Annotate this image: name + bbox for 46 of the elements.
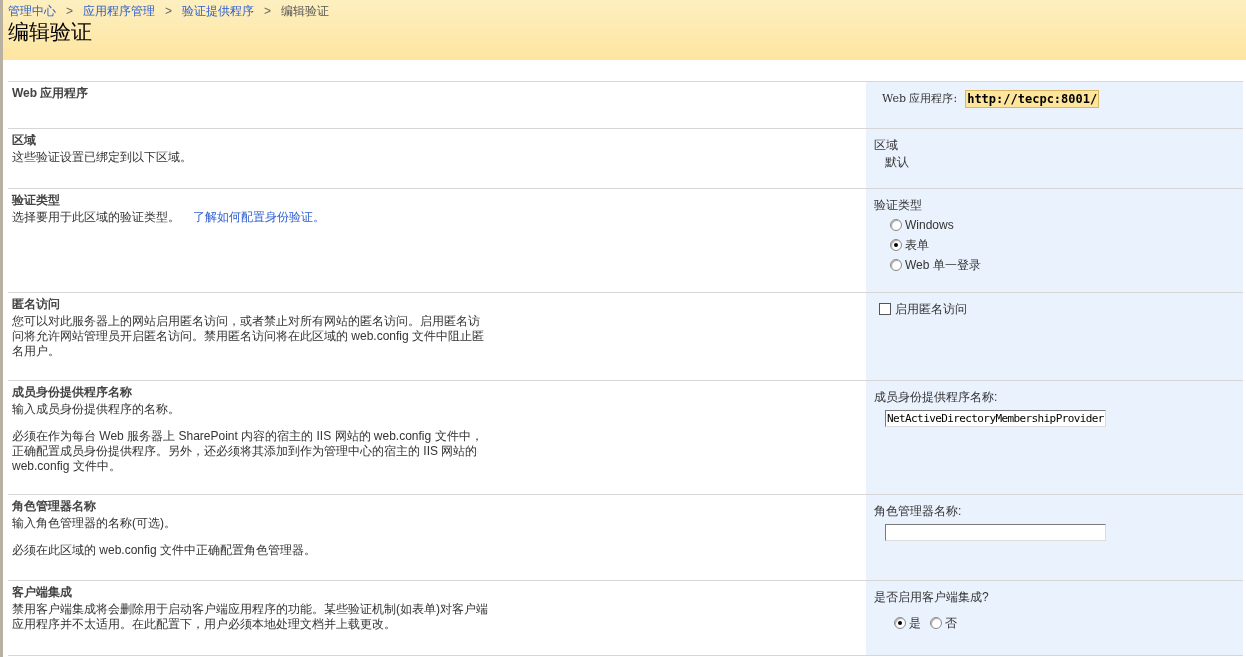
section-title: 验证类型 bbox=[12, 193, 60, 208]
field-label: 是否启用客户端集成? bbox=[874, 589, 989, 605]
section-description: 禁用客户端集成将会删除用于启动客户端应用程序的功能。某些验证机制(如表单)对客户端应用程序并不太适用。在此配置下，用户必须本地处理文档并上载更改。 bbox=[12, 602, 489, 632]
section-title: 匿名访问 bbox=[12, 297, 60, 312]
radio-label: Windows bbox=[905, 217, 954, 233]
section-description: 选择要用于此区域的验证类型。 了解如何配置身份验证。 bbox=[12, 210, 326, 225]
section-description: 输入角色管理器的名称(可选)。 bbox=[12, 516, 177, 531]
field-label: 角色管理器名称: bbox=[874, 503, 962, 519]
section-description: 这些验证设置已绑定到以下区域。 bbox=[12, 150, 193, 165]
radio-label: 表单 bbox=[905, 237, 929, 253]
checkbox-label: 启用匿名访问 bbox=[895, 301, 967, 317]
section-title: 成员身份提供程序名称 bbox=[12, 385, 132, 400]
section-description: 您可以对此服务器上的网站启用匿名访问，或者禁止对所有网站的匿名访问。启用匿名访问将允许网站管理员开启匿名访问。禁用匿名访问将在此区域的 web.config 文件中阻止匿名用户。 bbox=[12, 314, 486, 359]
field-label: 区域 bbox=[874, 137, 898, 153]
section-title: 区域 bbox=[12, 133, 36, 148]
breadcrumb-link[interactable]: 验证提供程序 bbox=[182, 3, 255, 19]
radio-button[interactable] bbox=[894, 617, 906, 629]
text-input[interactable]: NetActiveDirectoryMembershipProvider bbox=[885, 410, 1106, 427]
breadcrumb-current: 编辑验证 bbox=[281, 3, 330, 19]
radio-button[interactable] bbox=[930, 617, 942, 629]
breadcrumb-separator: > bbox=[264, 3, 272, 19]
radio-button[interactable] bbox=[890, 259, 902, 271]
section-title: 角色管理器名称 bbox=[12, 499, 96, 514]
field-label: Web 应用程序: bbox=[882, 91, 958, 107]
section-title: Web 应用程序 bbox=[12, 86, 89, 101]
help-link[interactable]: 了解如何配置身份验证。 bbox=[193, 210, 326, 224]
section-title: 客户端集成 bbox=[12, 585, 72, 600]
breadcrumb-separator: > bbox=[165, 3, 173, 19]
radio-label: Web 单一登录 bbox=[905, 257, 981, 273]
section-description: 必须在此区域的 web.config 文件中正确配置角色管理器。 bbox=[12, 543, 318, 558]
section-description: 输入成员身份提供程序的名称。 bbox=[12, 402, 181, 417]
field-label: 成员身份提供程序名称: bbox=[874, 389, 998, 405]
breadcrumb-link[interactable]: 应用程序管理 bbox=[83, 3, 155, 19]
radio-label: 是 bbox=[909, 615, 921, 631]
text-input[interactable] bbox=[885, 524, 1106, 541]
section-description: 必须在作为每台 Web 服务器上 SharePoint 内容的宿主的 IIS 网站的 web.config 文件中，正确配置成员身份提供程序。另外，还必须将其添加到作为管理中心的宿主的 IIS 网站的 web.config 文件中。 bbox=[12, 429, 484, 474]
field-label: 验证类型 bbox=[874, 197, 922, 213]
radio-button[interactable] bbox=[890, 219, 902, 231]
url-value: http://tecpc:8001/ bbox=[965, 90, 1100, 108]
breadcrumb-separator: > bbox=[66, 3, 73, 19]
radio-label: 否 bbox=[945, 615, 957, 631]
breadcrumb-link[interactable]: 管理中心 bbox=[8, 3, 56, 19]
checkbox[interactable] bbox=[879, 303, 891, 315]
page-title: 编辑验证 bbox=[8, 19, 92, 45]
zone-value: 默认 bbox=[884, 154, 909, 170]
radio-button[interactable] bbox=[890, 239, 902, 251]
